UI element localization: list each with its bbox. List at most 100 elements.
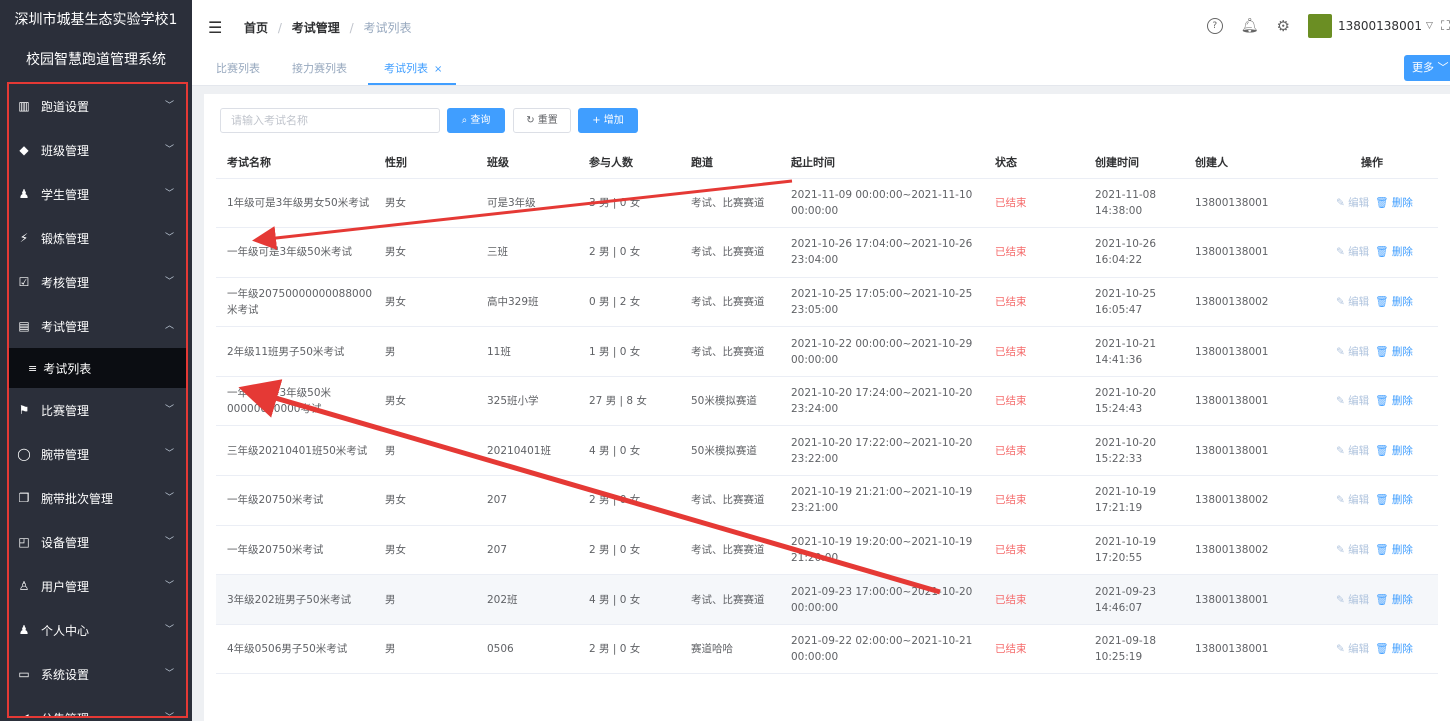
edit-button[interactable]: ✎ 编辑 (1336, 445, 1369, 457)
cell-time: 2021-10-26 17:04:00~2021-10-26 23:04:00 (780, 227, 984, 278)
cell-operations: ✎ 编辑 🗑︎ 删除 (1306, 178, 1438, 229)
chevron-down-icon: ﹀ (164, 145, 174, 155)
delete-button[interactable]: 🗑︎ 删除 (1375, 445, 1413, 457)
cell-gender: 男女 (374, 277, 476, 328)
delete-button[interactable]: 🗑︎ 删除 (1375, 594, 1413, 606)
sidebar-item-personal-center[interactable]: ♟ 个人中心 ﹀ (9, 608, 186, 652)
user-icon: ♙ (18, 579, 30, 593)
breadcrumb-separator: / (277, 21, 282, 35)
username[interactable]: 13800138001 (1338, 19, 1422, 33)
delete-button[interactable]: 🗑︎ 删除 (1375, 643, 1413, 655)
more-button[interactable]: 更多 ﹀ (1404, 55, 1450, 81)
sidebar-subitem-exam-list[interactable]: ≡ 考试列表 (9, 348, 186, 388)
cell-count: 3 男 | 0 女 (578, 178, 680, 229)
cell-creator: 13800138001 (1184, 376, 1306, 427)
cell-status: 已结束 (984, 525, 1084, 576)
column-header: 班级 (476, 146, 578, 179)
edit-button[interactable]: ✎ 编辑 (1336, 246, 1369, 258)
cell-gender: 男女 (374, 178, 476, 229)
edit-icon: ✎ (1336, 246, 1345, 259)
edit-label: 编辑 (1348, 395, 1370, 408)
edit-button[interactable]: ✎ 编辑 (1336, 395, 1369, 407)
sidebar-item-label: 公告管理 (41, 710, 89, 717)
cell-class: 207 (476, 475, 578, 526)
delete-button[interactable]: 🗑︎ 删除 (1375, 296, 1413, 308)
cell-track: 赛道哈哈 (680, 624, 780, 675)
avatar[interactable] (1307, 14, 1332, 38)
tab-relay-list[interactable]: 接力赛列表 (292, 60, 347, 76)
bell-icon[interactable]: 🔔︎ (1241, 18, 1259, 34)
edit-icon: ✎ (1336, 395, 1345, 408)
trash-icon: 🗑︎ (1375, 543, 1389, 556)
chevron-down-icon: ﹀ (164, 449, 174, 459)
wristband-icon: ◯ (17, 447, 31, 461)
cell-operations: ✎ 编辑 🗑︎ 删除 (1306, 475, 1438, 526)
table-row: 一年级20750米考试 男女 207 2 男 | 0 女考试、比赛赛道 2021-10-… (216, 475, 1438, 526)
gear-icon[interactable]: ⚙ (1277, 17, 1290, 35)
cell-class: 三班 (476, 227, 578, 278)
query-label: 查询 (470, 115, 491, 126)
tab-competition-list[interactable]: 比赛列表 (216, 60, 260, 76)
table-row: 1年级可是3年级男女50米考试 男女 可是3年级 3 男 | 0 女考试、比赛赛道 20… (216, 178, 1438, 229)
table-row: 三年级20210401班50米考试男 20210401班 4 男 | 0 女 50米模… (216, 425, 1438, 477)
menu-fold-icon[interactable]: ☰ (208, 18, 222, 37)
active-tab-indicator (368, 83, 456, 85)
checklist-icon: ☑ (18, 275, 30, 289)
add-button[interactable]: + 增加 (578, 108, 638, 133)
delete-button[interactable]: 🗑︎ 删除 (1375, 246, 1413, 258)
sidebar-item-student-management[interactable]: ♟ 学生管理 ﹀ (9, 172, 186, 216)
edit-button[interactable]: ✎ 编辑 (1336, 197, 1369, 209)
cell-gender: 男女 (374, 525, 476, 576)
track-icon: ▥ (18, 99, 30, 113)
tab-exam-list[interactable]: 考试列表 × (384, 60, 442, 76)
fullscreen-icon[interactable]: ⛶ (1441, 19, 1450, 34)
edit-button[interactable]: ✎ 编辑 (1336, 544, 1369, 556)
cell-time: 2021-10-19 21:21:00~2021-10-19 23:21:00 (780, 475, 984, 526)
edit-button[interactable]: ✎ 编辑 (1336, 643, 1369, 655)
close-icon[interactable]: × (434, 64, 442, 75)
cell-count: 0 男 | 2 女 (578, 277, 680, 328)
help-icon[interactable]: ? (1206, 18, 1223, 34)
delete-button[interactable]: 🗑︎ 删除 (1375, 544, 1413, 556)
edit-button[interactable]: ✎ 编辑 (1336, 296, 1369, 308)
sidebar-item-assessment-management[interactable]: ☑ 考核管理 ﹀ (9, 260, 186, 304)
delete-button[interactable]: 🗑︎ 删除 (1375, 197, 1413, 209)
sidebar-item-system-settings[interactable]: ▭ 系统设置 ﹀ (9, 652, 186, 696)
breadcrumb-home[interactable]: 首页 (244, 21, 268, 35)
cell-created: 2021-09-23 14:46:07 (1084, 574, 1184, 625)
reset-button[interactable]: ↻ 重置 (513, 108, 571, 133)
cell-time: 2021-10-20 17:24:00~2021-10-20 23:24:00 (780, 376, 984, 427)
sidebar-item-wristband-management[interactable]: ◯ 腕带管理 ﹀ (9, 432, 186, 476)
chevron-down-icon[interactable]: ▽ (1426, 21, 1433, 31)
sidebar-item-competition-management[interactable]: ⚑ 比赛管理 ﹀ (9, 388, 186, 432)
breadcrumb-exam-management[interactable]: 考试管理 (292, 21, 340, 35)
cell-creator: 13800138001 (1184, 227, 1306, 278)
edit-button[interactable]: ✎ 编辑 (1336, 594, 1369, 606)
cell-class: 202班 (476, 574, 578, 625)
table-row: 一年级20750000000088000米考试 男女 高中329班 0 男 | 2 女… (216, 277, 1438, 328)
delete-button[interactable]: 🗑︎ 删除 (1375, 346, 1413, 358)
sidebar-item-track-settings[interactable]: ▥ 跑道设置 ﹀ (9, 84, 186, 128)
exam-name-search-input[interactable]: 请输入考试名称 (220, 108, 440, 133)
chevron-down-icon: ﹀ (164, 189, 174, 199)
table-row: 3年级202班男子50米考试男 202班 4 男 | 0 女考试、比赛赛道 2021-… (216, 574, 1438, 625)
query-button[interactable]: ⌕ 查询 (447, 108, 505, 133)
sidebar-item-device-management[interactable]: ◰ 设备管理 ﹀ (9, 520, 186, 564)
cell-creator: 13800138001 (1184, 624, 1306, 675)
delete-button[interactable]: 🗑︎ 删除 (1375, 494, 1413, 506)
sidebar-item-wristband-batch-management[interactable]: ❐ 腕带批次管理 ﹀ (9, 476, 186, 520)
delete-label: 删除 (1391, 593, 1413, 606)
sidebar-item-user-management[interactable]: ♙ 用户管理 ﹀ (9, 564, 186, 608)
edit-button[interactable]: ✎ 编辑 (1336, 494, 1369, 506)
edit-button[interactable]: ✎ 编辑 (1336, 346, 1369, 358)
sidebar-item-exercise-management[interactable]: ⚡ 锻炼管理 ﹀ (9, 216, 186, 260)
sidebar: 深圳市城基生态实验学校1 校园智慧跑道管理系统 ▥ 跑道设置 ﹀ ◆ 班级管理 … (0, 0, 192, 721)
cell-created: 2021-10-19 17:21:19 (1084, 475, 1184, 526)
content-card: 请输入考试名称 ⌕ 查询 ↻ 重置 + 增加 考试名称 性别 班级 参与人数 跑… (204, 94, 1450, 721)
sidebar-item-class-management[interactable]: ◆ 班级管理 ﹀ (9, 128, 186, 172)
sidebar-item-announcement-management[interactable]: ◀ 公告管理 ﹀ (9, 696, 186, 717)
sidebar-item-exam-management[interactable]: ▤ 考试管理 ︿ (9, 304, 186, 348)
delete-button[interactable]: 🗑︎ 删除 (1375, 395, 1413, 407)
monitor-icon: ▭ (18, 667, 30, 681)
cell-name: 3年级202班男子50米考试 (216, 574, 374, 625)
